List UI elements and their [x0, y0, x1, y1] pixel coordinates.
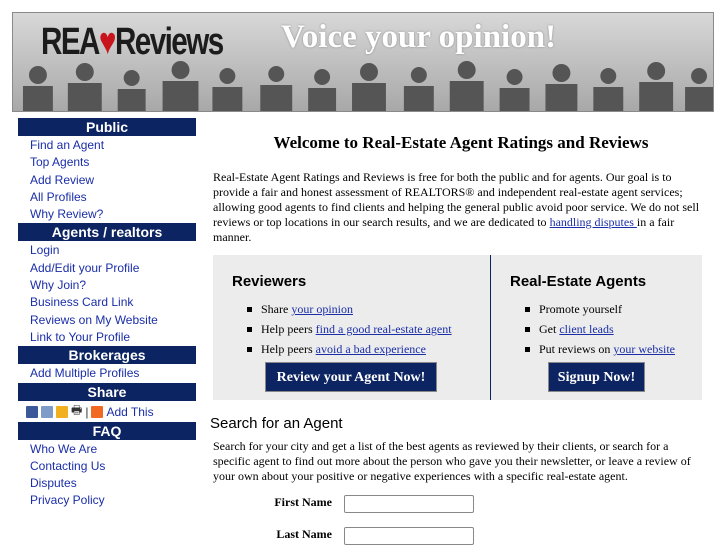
signup-now-button[interactable]: Signup Now!: [548, 362, 645, 392]
share-row: 🖶 | Add This: [18, 402, 196, 422]
review-agent-now-button[interactable]: Review your Agent Now!: [265, 362, 437, 392]
list-item: Put reviews on your website: [525, 341, 675, 361]
list-item: Help peers find a good real-estate agent: [247, 321, 452, 341]
avoid-bad-experience-link[interactable]: avoid a bad experience: [316, 342, 426, 356]
sidebar-item-contacting-us[interactable]: Contacting Us: [18, 458, 196, 475]
add-this-link[interactable]: Add This: [106, 405, 153, 419]
handling-disputes-link[interactable]: handling disputes: [550, 215, 637, 229]
sidebar-item-edit-profile[interactable]: Add/Edit your Profile: [18, 260, 196, 277]
sidebar-item-who-we-are[interactable]: Who We Are: [18, 441, 196, 458]
agents-column: Real-Estate Agents Promote yourself Get …: [490, 255, 703, 400]
last-name-label: Last Name: [276, 527, 332, 541]
sidebar-item-business-card[interactable]: Business Card Link: [18, 294, 196, 311]
site-header: REA♥Reviews Voice your opinion!: [12, 12, 714, 112]
sidebar-item-multiple-profiles[interactable]: Add Multiple Profiles: [18, 365, 196, 382]
share-separator: |: [85, 404, 89, 419]
sidebar-item-why-join[interactable]: Why Join?: [18, 277, 196, 294]
first-name-input[interactable]: [344, 495, 474, 513]
facebook-icon[interactable]: [26, 405, 38, 418]
logo-heart-icon: ♥: [98, 21, 117, 63]
favorite-star-icon[interactable]: [56, 405, 68, 418]
client-leads-link[interactable]: client leads: [559, 322, 613, 336]
sidebar-item-link-profile[interactable]: Link to Your Profile: [18, 329, 196, 346]
sidebar-heading-share: Share: [18, 382, 196, 401]
sidebar-nav: Public Find an Agent Top Agents Add Revi…: [18, 118, 196, 510]
first-name-label: First Name: [274, 495, 332, 509]
sidebar-item-all-profiles[interactable]: All Profiles: [18, 189, 196, 206]
header-slogan: Voice your opinion!: [281, 19, 557, 55]
find-good-agent-link[interactable]: find a good real-estate agent: [316, 322, 452, 336]
crowd-silhouette-image: [22, 61, 713, 111]
sidebar-heading-faq: FAQ: [18, 421, 196, 440]
page-title: Welcome to Real-Estate Agent Ratings and…: [273, 133, 649, 152]
sidebar-heading-brokerages: Brokerages: [18, 346, 196, 365]
sidebar-item-disputes[interactable]: Disputes: [18, 475, 196, 492]
your-website-link[interactable]: your website: [613, 342, 675, 356]
sidebar-item-privacy-policy[interactable]: Privacy Policy: [18, 492, 196, 509]
list-item: Get client leads: [525, 321, 675, 341]
search-heading: Search for an Agent: [210, 415, 343, 432]
signup-panel: Reviewers Share your opinion Help peers …: [213, 255, 702, 400]
sidebar-item-add-review[interactable]: Add Review: [18, 172, 196, 189]
sidebar-item-login[interactable]: Login: [18, 242, 196, 259]
sidebar-item-why-review[interactable]: Why Review?: [18, 206, 196, 223]
sidebar-heading-agents: Agents / realtors: [18, 223, 196, 242]
list-item: Share your opinion: [247, 301, 452, 321]
intro-paragraph: Real-Estate Agent Ratings and Reviews is…: [213, 170, 700, 244]
agents-heading: Real-Estate Agents: [510, 273, 647, 290]
email-icon[interactable]: [41, 405, 53, 418]
reviewers-heading: Reviewers: [232, 273, 307, 290]
last-name-input[interactable]: [344, 527, 474, 545]
print-icon[interactable]: 🖶: [71, 401, 82, 422]
sidebar-item-reviews-website[interactable]: Reviews on My Website: [18, 312, 196, 329]
list-item: Promote yourself: [525, 301, 675, 321]
site-logo[interactable]: REA♥Reviews: [41, 21, 224, 64]
sidebar-item-find-agent[interactable]: Find an Agent: [18, 137, 196, 154]
addthis-plus-icon[interactable]: [91, 405, 104, 418]
list-item: Help peers avoid a bad experience: [247, 341, 452, 361]
search-description: Search for your city and get a list of t…: [213, 439, 691, 483]
your-opinion-link[interactable]: your opinion: [291, 302, 353, 316]
sidebar-item-top-agents[interactable]: Top Agents: [18, 154, 196, 171]
sidebar-heading-public: Public: [18, 118, 196, 136]
reviewers-column: Reviewers Share your opinion Help peers …: [213, 255, 489, 400]
